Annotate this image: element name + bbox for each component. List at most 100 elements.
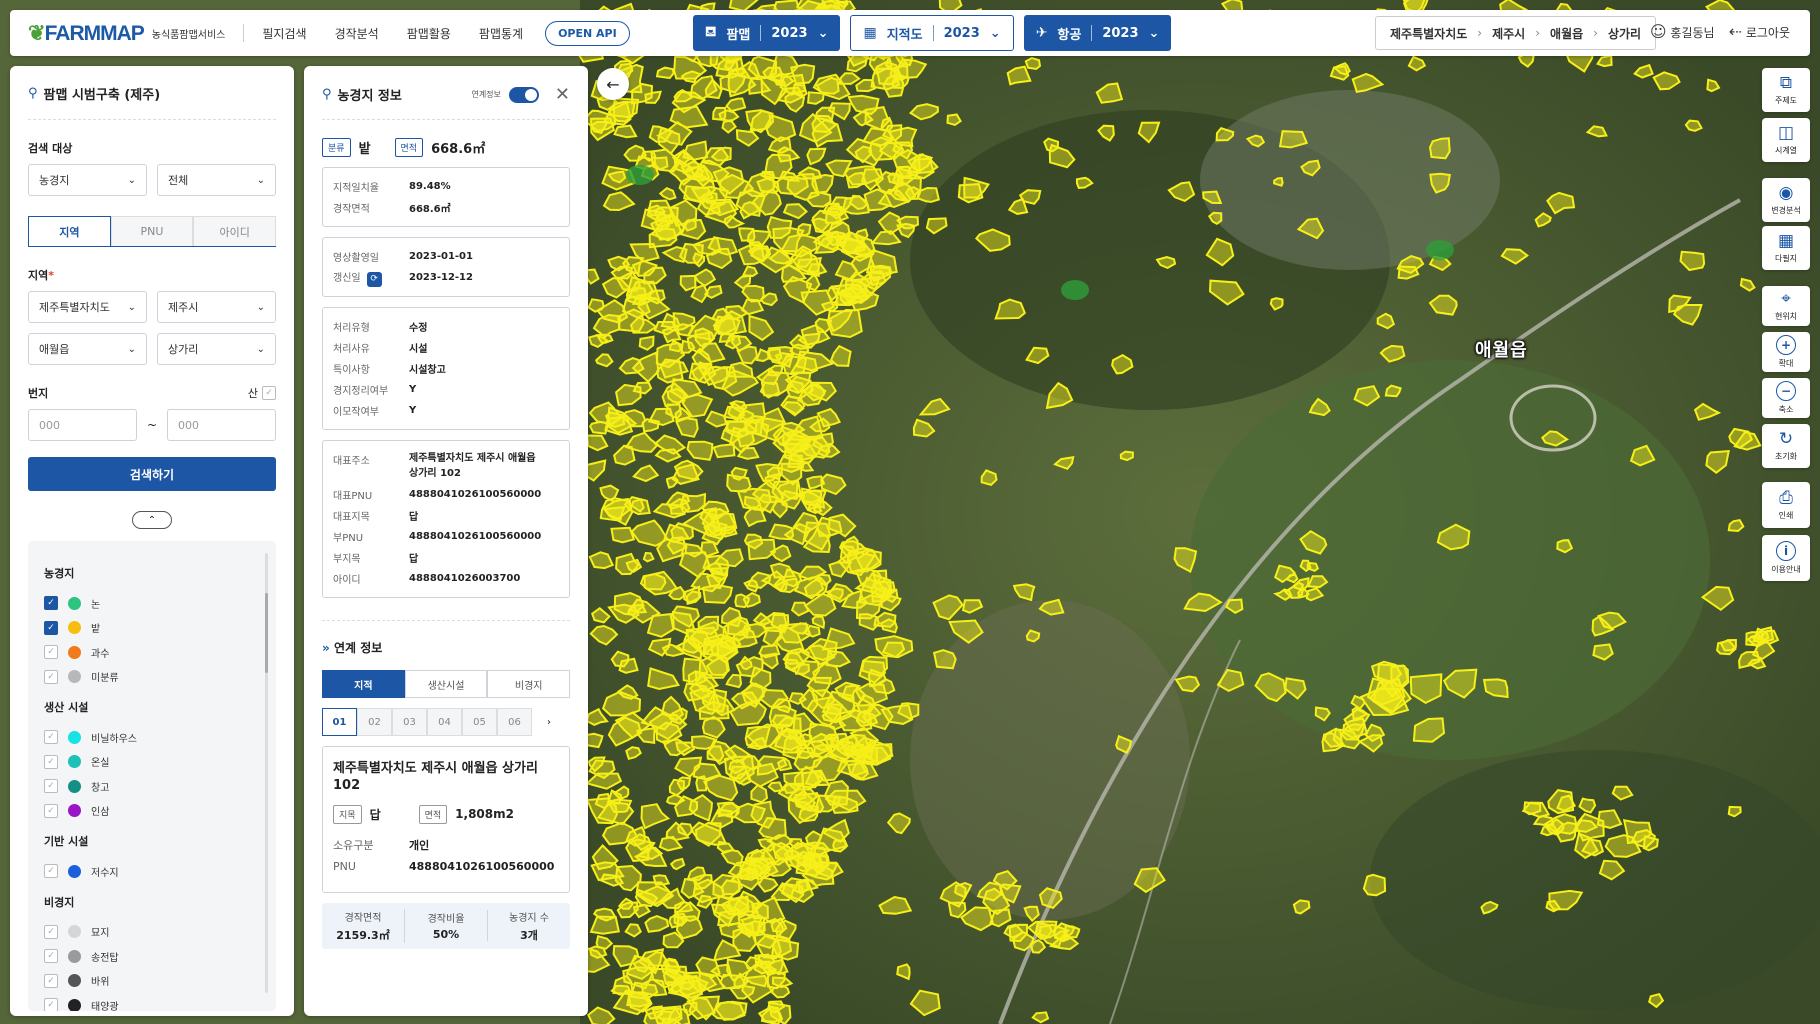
legend-checkbox[interactable]: ✓ [44, 645, 58, 660]
legend-label: 인삼 [91, 807, 110, 819]
legend-item[interactable]: ✓ 비닐하우스 [44, 725, 260, 750]
tool-location[interactable]: ⌖ 현위치 [1762, 286, 1810, 326]
open-api-button[interactable]: OPEN API [545, 20, 630, 46]
legend-item[interactable]: ✓ 미분류 [44, 665, 260, 690]
legend-item[interactable]: ✓ 묘지 [44, 920, 260, 945]
layer-label: 지적도 [886, 27, 923, 43]
search-subtarget-select[interactable]: 전체 ⌄ [157, 164, 276, 196]
lot-to-input[interactable]: 000 [167, 409, 276, 441]
tool-timeseries[interactable]: ◫ 시계열 [1762, 118, 1810, 162]
region-breadcrumb[interactable]: 제주특별자치도 › 제주시 › 애월읍 › 상가리 [1375, 16, 1657, 50]
lot-from-input[interactable]: 000 [28, 409, 137, 441]
legend-item[interactable]: ✓ 저수지 [44, 859, 260, 884]
page-button[interactable]: 02 [357, 708, 392, 736]
breadcrumb-item[interactable]: 제주시 [1492, 25, 1525, 42]
legend-checkbox[interactable]: ✓ [44, 779, 58, 794]
search-target-select[interactable]: 농경지 ⌄ [28, 164, 147, 196]
legend-item[interactable]: ✓ 창고 [44, 774, 260, 799]
user-menu[interactable]: ☺ 홍길동님 [1650, 22, 1715, 41]
town-label: 애월읍 [1475, 340, 1528, 361]
tool-zoom-in[interactable]: + 확대 [1762, 332, 1810, 372]
tool-reset[interactable]: ↻ 초기화 [1762, 424, 1810, 468]
legend-item[interactable]: ✓ 밭 [44, 616, 260, 641]
link-info-toggle[interactable] [508, 86, 539, 103]
breadcrumb-item[interactable]: 애월읍 [1550, 25, 1583, 42]
chevron-down-icon: ⌄ [256, 301, 265, 313]
mountain-label: 산 [247, 387, 258, 400]
scrollbar-thumb[interactable] [265, 593, 268, 673]
legend-item[interactable]: ✓ 온실 [44, 750, 260, 775]
info-panel-title: 농경지 정보 [337, 89, 402, 104]
nav-parcel-search[interactable]: 필지검색 [262, 25, 306, 42]
legend-color-swatch [68, 804, 81, 818]
area-tag: 면적 [394, 138, 424, 157]
legend-checkbox[interactable]: ✓ [44, 864, 58, 879]
stat-item: 경작면적 2159.3㎡ [322, 908, 405, 943]
breadcrumb-item[interactable]: 제주특별자치도 [1390, 25, 1467, 42]
tab-region[interactable]: 지역 [28, 216, 111, 246]
page-button[interactable]: 06 [497, 708, 532, 736]
breadcrumb-item[interactable]: 상가리 [1608, 25, 1641, 42]
legend-checkbox[interactable]: ✓ [44, 803, 58, 818]
field-label: PNU [333, 860, 356, 874]
legend-checkbox[interactable]: ✓ [44, 754, 58, 769]
legend-checkbox[interactable]: ✓ [44, 998, 58, 1011]
legend-color-swatch [68, 779, 81, 793]
legend-checkbox[interactable]: ✓ [44, 973, 58, 988]
legend-checkbox[interactable]: ✓ [44, 669, 58, 684]
legend-checkbox[interactable]: ✓ [44, 730, 58, 745]
tab-production-facility[interactable]: 생산시설 [404, 670, 488, 698]
legend-checkbox[interactable]: ✓ [44, 949, 58, 964]
tool-layers[interactable]: ⧉ 주제도 [1762, 68, 1810, 112]
tab-id[interactable]: 아이디 [193, 216, 277, 246]
tool-print[interactable]: ⎙ 인쇄 [1762, 482, 1810, 528]
legend-label: 송전탑 [91, 952, 119, 964]
cadastral-layer-button[interactable]: ▦ 지적도 2023 ⌄ [850, 15, 1014, 51]
mountain-checkbox[interactable]: 산 ✓ [248, 385, 276, 401]
legend-checkbox[interactable]: ✓ [44, 620, 58, 635]
village-select[interactable]: 상가리 ⌄ [157, 333, 276, 365]
tool-info[interactable]: i 이용안내 [1762, 535, 1810, 581]
page-button[interactable]: 01 [322, 708, 357, 736]
tab-pnu[interactable]: PNU [110, 216, 194, 246]
tab-non-farmland[interactable]: 비경지 [487, 670, 571, 698]
legend-item[interactable]: ✓ 태양광 [44, 993, 260, 1011]
city-select[interactable]: 제주시 ⌄ [157, 291, 276, 323]
logout-button[interactable]: ⇠ 로그아웃 [1729, 22, 1790, 41]
nav-farmmap-stats[interactable]: 팜맵통계 [479, 25, 523, 42]
aerial-layer-button[interactable]: ✈ 항공 2023 ⌄ [1023, 15, 1172, 51]
refresh-icon[interactable]: ⟳ [366, 271, 382, 287]
area-value: 668.6㎡ [431, 142, 486, 157]
field-value: 시설 [409, 344, 428, 355]
legend-item[interactable]: ✓ 과수 [44, 640, 260, 665]
legend-item[interactable]: ✓ 바위 [44, 969, 260, 994]
legend-checkbox[interactable]: ✓ [44, 596, 58, 611]
logo[interactable]: ❦FARMMAP 농식품팜맵서비스 [28, 21, 225, 46]
tab-cadastral[interactable]: 지적 [322, 670, 405, 698]
legend-checkbox[interactable]: ✓ [44, 924, 58, 939]
farmmap-layer-button[interactable]: ⛾ 팜맵 2023 ⌄ [693, 15, 841, 51]
checkbox[interactable]: ✓ [262, 386, 276, 400]
province-select[interactable]: 제주특별자치도 ⌄ [28, 291, 147, 323]
legend-item[interactable]: ✓ 송전탑 [44, 944, 260, 969]
tool-zoom-out[interactable]: − 축소 [1762, 378, 1810, 418]
legend-item[interactable]: ✓ 인삼 [44, 799, 260, 824]
search-panel: ⚲ 팜맵 시범구축 (제주) 검색 대상 농경지 ⌄ 전체 ⌄ 지역 PNU 아이디… [10, 66, 294, 1016]
tool-multi-parcel[interactable]: ▦ 다필지 [1762, 226, 1810, 270]
page-button[interactable]: 04 [427, 708, 462, 736]
search-button[interactable]: 검색하기 [28, 457, 276, 491]
legend-item[interactable]: ✓ 논 [44, 591, 260, 616]
nav-cultivation-analysis[interactable]: 경작분석 [335, 25, 379, 42]
multi-parcel-icon: ▦ [1777, 230, 1795, 251]
back-button[interactable]: ← [597, 68, 629, 100]
page-button[interactable]: 03 [392, 708, 427, 736]
town-select[interactable]: 애월읍 ⌄ [28, 333, 147, 365]
collapse-button[interactable]: ⌃ [132, 511, 172, 529]
legend-scrollbar[interactable] [265, 553, 268, 993]
page-button[interactable]: 05 [462, 708, 497, 736]
tool-change-analysis[interactable]: ◉ 변경분석 [1762, 178, 1810, 222]
field-value: 개인 [409, 838, 430, 852]
close-icon[interactable]: ✕ [555, 84, 570, 105]
next-page-icon[interactable]: › [532, 708, 566, 736]
nav-farmmap-use[interactable]: 팜맵활용 [407, 25, 451, 42]
